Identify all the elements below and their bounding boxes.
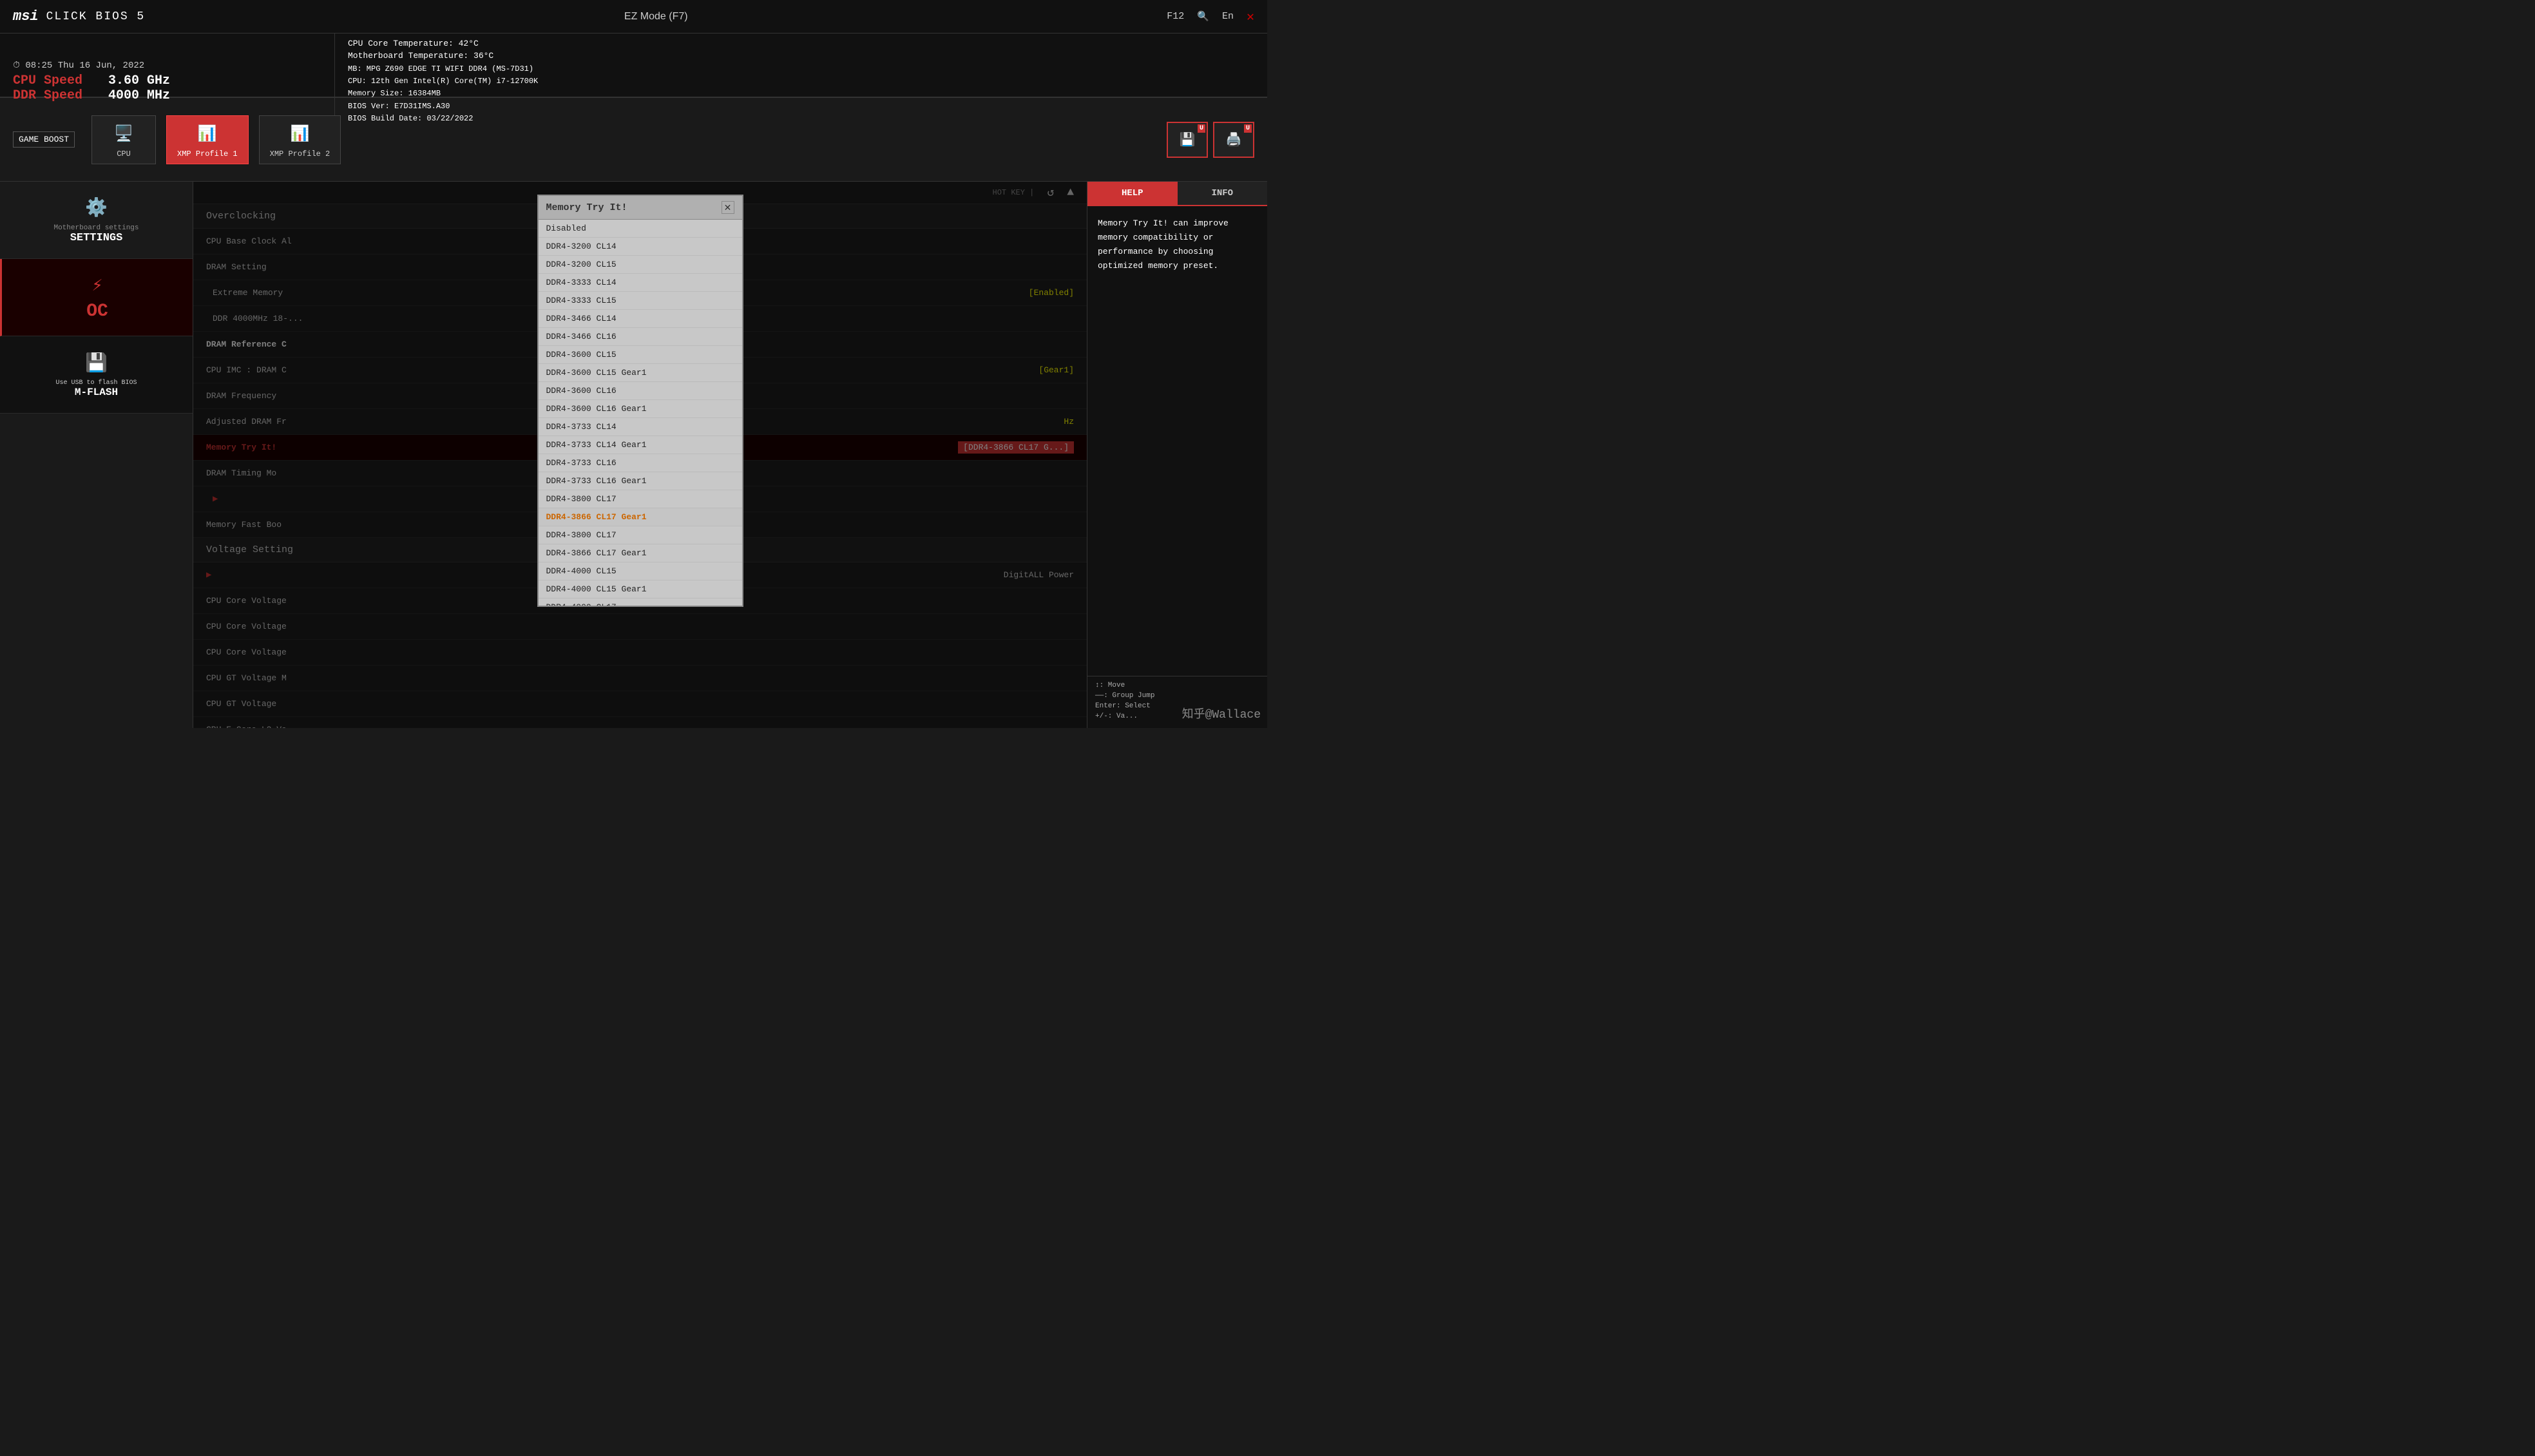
xmp1-boost-label: XMP Profile 1 xyxy=(177,149,238,158)
cpu-boost-label: CPU xyxy=(117,149,131,158)
modal-item[interactable]: DDR4-3200 CL15 xyxy=(539,256,742,274)
usb-button-2[interactable]: U 🖨️ xyxy=(1213,122,1254,158)
logo: msi CLICK BIOS 5 xyxy=(13,8,145,24)
f12-label: F12 xyxy=(1167,11,1184,22)
flash-label-main: M-FLASH xyxy=(75,387,118,398)
usb-icons: U 💾 U 🖨️ xyxy=(1167,122,1254,158)
modal-item[interactable]: Disabled xyxy=(539,220,742,238)
cpu-icon: 🖥️ xyxy=(108,121,139,147)
modal-item[interactable]: DDR4-3333 CL15 xyxy=(539,292,742,310)
tab-help[interactable]: HELP xyxy=(1087,182,1178,206)
flash-icon: 💾 xyxy=(85,352,108,374)
settings-icon: ⚙️ xyxy=(85,196,108,219)
xmp2-icon: 📊 xyxy=(284,121,315,147)
ddr-speed-label: DDR Speed xyxy=(13,88,82,103)
modal-close-button[interactable]: ✕ xyxy=(722,201,734,214)
oc-icon: ⚡ xyxy=(92,274,103,296)
modal-overlay[interactable]: Memory Try It! ✕ DisabledDDR4-3200 CL14D… xyxy=(193,182,1087,728)
usb-button-1[interactable]: U 💾 xyxy=(1167,122,1208,158)
mb-temp: Motherboard Temperature: 36°C xyxy=(348,51,1254,61)
main-content: ⚙️ Motherboard settings SETTINGS ⚡ OC 💾 … xyxy=(0,182,1267,728)
mb-info: MB: MPG Z690 EDGE TI WIFI DDR4 (MS-7D31)… xyxy=(348,63,1254,125)
cpu-temp: CPU Core Temperature: 42°C xyxy=(348,39,1254,48)
help-info-tabs: HELP INFO xyxy=(1087,182,1267,206)
search-icon[interactable]: 🔍 xyxy=(1197,10,1209,23)
oc-label-main: OC xyxy=(86,302,108,321)
close-button[interactable]: ✕ xyxy=(1247,8,1254,25)
modal-item[interactable]: DDR4-3733 CL14 xyxy=(539,418,742,436)
modal-item[interactable]: DDR4-3466 CL14 xyxy=(539,310,742,328)
modal-item[interactable]: DDR4-3333 CL14 xyxy=(539,274,742,292)
game-boost-label: GAME BOOST xyxy=(13,131,75,148)
settings-label-top: Motherboard settings xyxy=(53,224,139,232)
cpu-boost-button[interactable]: 🖥️ CPU xyxy=(91,115,156,164)
msi-logo: msi xyxy=(13,8,39,24)
info-right: CPU Core Temperature: 42°C Motherboard T… xyxy=(335,34,1267,130)
modal-item[interactable]: DDR4-3800 CL17 xyxy=(539,526,742,544)
sidebar-item-oc[interactable]: ⚡ OC xyxy=(0,259,193,336)
modal-item[interactable]: DDR4-4000 CL15 xyxy=(539,562,742,580)
ddr-speed-value: 4000 MHz xyxy=(108,88,170,103)
info-bar: ⏱ 08:25 Thu 16 Jun, 2022 CPU Speed DDR S… xyxy=(0,34,1267,98)
top-right: F12 🔍 En ✕ xyxy=(1167,8,1254,25)
top-bar: msi CLICK BIOS 5 EZ Mode (F7) F12 🔍 En ✕ xyxy=(0,0,1267,34)
hotkey-group-jump: ——: Group Jump xyxy=(1095,692,1259,700)
sidebar-item-settings[interactable]: ⚙️ Motherboard settings SETTINGS xyxy=(0,182,193,259)
modal-title-bar: Memory Try It! ✕ xyxy=(539,196,742,220)
modal-item[interactable]: DDR4-3600 CL16 xyxy=(539,382,742,400)
bios-title: CLICK BIOS 5 xyxy=(46,10,146,23)
modal-item[interactable]: DDR4-3600 CL15 Gear1 xyxy=(539,364,742,382)
memory-try-modal: Memory Try It! ✕ DisabledDDR4-3200 CL14D… xyxy=(537,195,743,607)
sidebar-item-mflash[interactable]: 💾 Use USB to flash BIOS M-FLASH xyxy=(0,336,193,414)
modal-item[interactable]: DDR4-3600 CL16 Gear1 xyxy=(539,400,742,418)
modal-item[interactable]: DDR4-3733 CL16 Gear1 xyxy=(539,472,742,490)
xmp2-boost-button[interactable]: 📊 XMP Profile 2 xyxy=(259,115,341,164)
right-panel: HELP INFO Memory Try It! can improve mem… xyxy=(1087,182,1267,728)
speed-values: 3.60 GHz 4000 MHz xyxy=(108,73,170,103)
modal-item[interactable]: DDR4-3866 CL17 Gear1 xyxy=(539,544,742,562)
modal-item[interactable]: DDR4-4000 CL17 xyxy=(539,599,742,606)
modal-item[interactable]: DDR4-3733 CL16 xyxy=(539,454,742,472)
modal-item[interactable]: DDR4-3200 CL14 xyxy=(539,238,742,256)
cpu-speed-value: 3.60 GHz xyxy=(108,73,170,88)
modal-item[interactable]: DDR4-3733 CL14 Gear1 xyxy=(539,436,742,454)
hotkey-move: ↕: Move xyxy=(1095,682,1259,689)
language-label: En xyxy=(1222,11,1234,22)
modal-item[interactable]: DDR4-3466 CL16 xyxy=(539,328,742,346)
speed-row: CPU Speed DDR Speed 3.60 GHz 4000 MHz xyxy=(13,73,321,103)
modal-title: Memory Try It! xyxy=(546,202,627,213)
xmp1-boost-button[interactable]: 📊 XMP Profile 1 xyxy=(166,115,249,164)
watermark: 知乎@Wallace xyxy=(1182,705,1261,722)
cpu-speed-block: CPU Speed DDR Speed xyxy=(13,73,82,103)
modal-list[interactable]: DisabledDDR4-3200 CL14DDR4-3200 CL15DDR4… xyxy=(539,220,742,606)
center-content: HOT KEY | ↺ ▲ Overclocking CPU Base Cloc… xyxy=(193,182,1087,728)
time-row: ⏱ 08:25 Thu 16 Jun, 2022 xyxy=(13,61,321,71)
ez-mode-button[interactable]: EZ Mode (F7) xyxy=(624,11,688,23)
left-sidebar: ⚙️ Motherboard settings SETTINGS ⚡ OC 💾 … xyxy=(0,182,193,728)
modal-item[interactable]: DDR4-4000 CL15 Gear1 xyxy=(539,580,742,599)
modal-item[interactable]: DDR4-3866 CL17 Gear1 xyxy=(539,508,742,526)
modal-item[interactable]: DDR4-3800 CL17 xyxy=(539,490,742,508)
xmp1-icon: 📊 xyxy=(192,121,223,147)
settings-label-main: SETTINGS xyxy=(70,232,123,244)
help-content: Memory Try It! can improve memory compat… xyxy=(1087,206,1267,676)
top-center: EZ Mode (F7) xyxy=(624,11,688,23)
modal-item[interactable]: DDR4-3600 CL15 xyxy=(539,346,742,364)
flash-label-top: Use USB to flash BIOS xyxy=(55,379,137,387)
xmp2-boost-label: XMP Profile 2 xyxy=(270,149,330,158)
tab-info[interactable]: INFO xyxy=(1178,182,1268,206)
cpu-speed-label: CPU Speed xyxy=(13,73,82,88)
